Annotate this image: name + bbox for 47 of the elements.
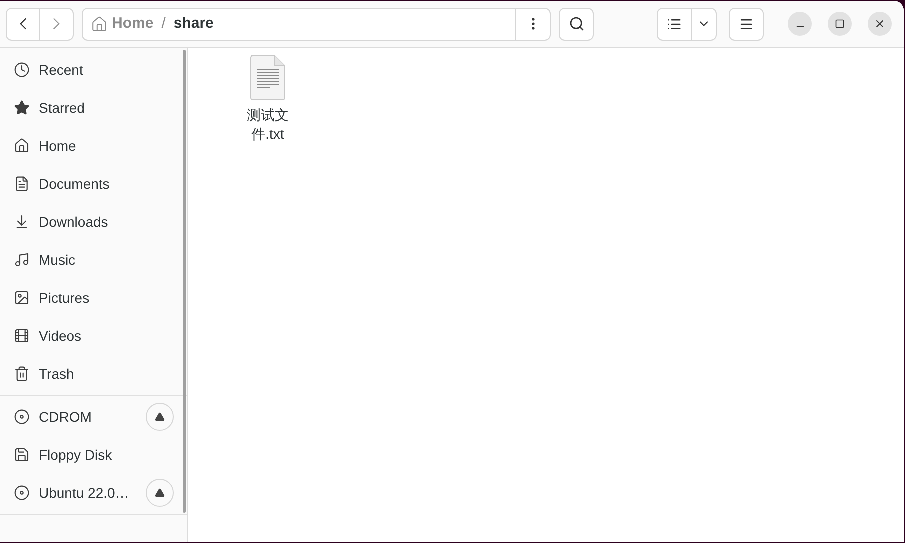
sidebar-item[interactable]: CDROM — [0, 398, 180, 436]
eject-button[interactable] — [146, 479, 174, 507]
eject-icon — [155, 412, 165, 422]
disc-icon — [14, 409, 30, 425]
file-name: 测试文件.txt — [246, 106, 290, 144]
home-icon — [14, 138, 30, 154]
maximize-button[interactable] — [828, 12, 852, 36]
menu-icon — [739, 16, 754, 32]
path-separator: / — [162, 14, 166, 34]
eject-button[interactable] — [146, 403, 174, 431]
sidebar-item[interactable]: Pictures — [0, 279, 180, 317]
maximize-icon — [835, 19, 845, 29]
file-item[interactable]: 测试文件.txt — [224, 54, 312, 144]
film-icon — [14, 328, 30, 344]
search-button[interactable] — [559, 8, 594, 40]
sidebar-item[interactable]: Trash — [0, 355, 180, 393]
clock-icon — [14, 62, 30, 78]
document-icon — [14, 176, 30, 192]
sidebar-item[interactable]: Videos — [0, 317, 180, 355]
search-icon — [568, 16, 584, 32]
sidebar-item[interactable]: Documents — [0, 165, 180, 203]
close-button[interactable] — [868, 12, 892, 36]
sidebar-item[interactable]: Starred — [0, 89, 180, 127]
picture-icon — [14, 290, 30, 306]
sidebar-item[interactable]: Recent — [0, 51, 180, 89]
download-icon — [14, 214, 30, 230]
sidebar-item[interactable]: Home — [0, 127, 180, 165]
sidebar-item[interactable]: Ubuntu 22.0… — [0, 474, 180, 512]
sidebar-item[interactable]: Music — [0, 241, 180, 279]
view-list-button[interactable] — [657, 8, 692, 40]
sidebar-item[interactable]: Downloads — [0, 203, 180, 241]
forward-icon — [53, 17, 60, 31]
disc-icon — [14, 485, 30, 501]
trash-icon — [14, 366, 30, 382]
star-icon — [14, 100, 30, 116]
path-segment[interactable]: share — [174, 12, 214, 36]
text-file-icon — [248, 54, 288, 102]
scrollbar-thumb[interactable] — [183, 50, 186, 513]
home-icon — [91, 16, 108, 32]
more-icon — [532, 18, 534, 30]
eject-icon — [155, 488, 165, 498]
main-menu-button[interactable] — [729, 8, 764, 40]
list-icon — [667, 16, 682, 32]
close-icon — [874, 18, 886, 30]
music-note-icon — [14, 252, 30, 268]
sidebar-item[interactable]: Floppy Disk — [0, 436, 180, 474]
back-icon — [20, 17, 26, 31]
